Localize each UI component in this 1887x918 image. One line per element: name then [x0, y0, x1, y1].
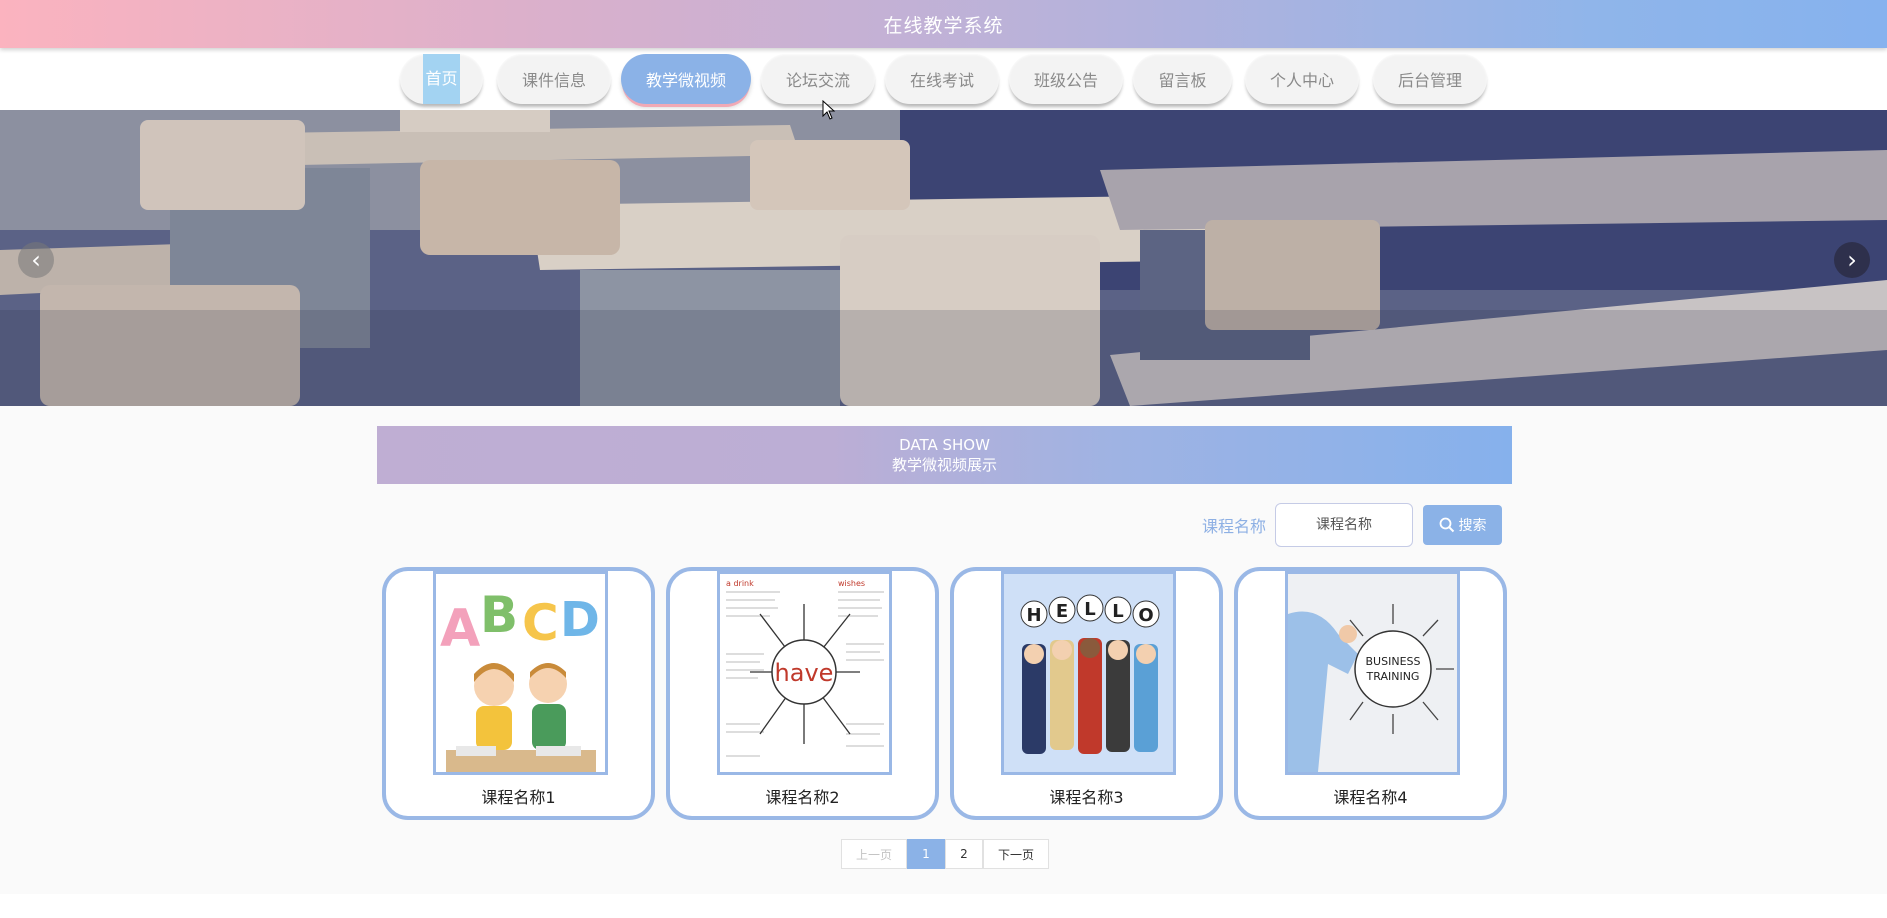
classroom-banner-image: [0, 110, 1887, 406]
have-text: have: [775, 659, 834, 687]
nav-item-class-notice[interactable]: 班级公告: [1009, 54, 1123, 104]
nav-item-micro-video[interactable]: 教学微视频: [621, 54, 751, 104]
nav-item-personal-center[interactable]: 个人中心: [1245, 54, 1359, 104]
section-title-cn: 教学微视频展示: [891, 456, 997, 474]
course-thumbnail: H E L L O: [1001, 571, 1176, 775]
business-training-illustration: BUSINESS TRAINING: [1288, 574, 1457, 772]
course-card[interactable]: BUSINESS TRAINING 课程名称4: [1234, 567, 1507, 820]
section-title-en: DATA SHOW: [899, 436, 990, 454]
course-thumbnail: BUSINESS TRAINING: [1285, 571, 1460, 775]
svg-text:B: B: [480, 586, 518, 644]
svg-text:L: L: [1112, 601, 1123, 622]
svg-text:a drink: a drink: [726, 579, 754, 588]
nav-item-forum[interactable]: 论坛交流: [761, 54, 875, 104]
hello-people-illustration: H E L L O: [1004, 574, 1173, 772]
svg-text:BUSINESS: BUSINESS: [1366, 655, 1421, 668]
svg-text:A: A: [440, 599, 480, 659]
svg-text:wishes: wishes: [838, 579, 865, 588]
course-name: 课程名称4: [1333, 788, 1408, 807]
svg-text:H: H: [1026, 605, 1041, 626]
course-name: 课程名称1: [481, 788, 556, 807]
svg-text:E: E: [1056, 601, 1068, 622]
mouse-cursor-icon: [822, 100, 836, 120]
pagination-next-button[interactable]: 下一页: [983, 839, 1049, 869]
nav-item-label: 班级公告: [1033, 71, 1098, 90]
svg-text:C: C: [522, 594, 559, 652]
course-card[interactable]: A B C D 课程名称1: [382, 567, 655, 820]
abcd-kids-illustration: A B C D: [436, 574, 605, 772]
course-name: 课程名称2: [765, 788, 840, 807]
svg-text:D: D: [560, 592, 600, 648]
svg-text:L: L: [1084, 599, 1095, 620]
search-input[interactable]: [1275, 503, 1413, 547]
course-thumbnail: A B C D: [433, 571, 608, 775]
nav-item-label: 留言板: [1158, 71, 1207, 90]
nav-item-label: 后台管理: [1397, 71, 1462, 90]
nav-item-message-board[interactable]: 留言板: [1133, 54, 1232, 104]
course-name: 课程名称3: [1049, 788, 1124, 807]
pagination-page-2[interactable]: 2: [945, 839, 983, 869]
banner-carousel: ‹ ›: [0, 110, 1887, 406]
nav-item-online-exam[interactable]: 在线考试: [885, 54, 999, 104]
course-card[interactable]: H E L L O 课程名称3: [950, 567, 1223, 820]
nav-item-label: 教学微视频: [645, 71, 726, 90]
nav-item-label: 在线考试: [909, 71, 974, 90]
nav-item-label: 论坛交流: [785, 71, 850, 90]
course-thumbnail: have a drink wishes: [717, 571, 892, 775]
banner-next-button[interactable]: ›: [1834, 242, 1870, 278]
pagination-page-1[interactable]: 1: [907, 839, 945, 869]
nav-item-admin[interactable]: 后台管理: [1373, 54, 1487, 104]
chevron-right-icon: ›: [1847, 246, 1857, 274]
search-icon: [1439, 517, 1454, 533]
banner-prev-button[interactable]: ‹: [18, 242, 54, 278]
chevron-left-icon: ‹: [31, 246, 41, 274]
nav-item-label: 首页: [423, 54, 460, 104]
nav-item-courseware[interactable]: 课件信息: [497, 54, 611, 104]
search-button-label: 搜索: [1458, 518, 1487, 534]
have-word-map-illustration: have a drink wishes: [720, 574, 889, 772]
pagination-prev-button[interactable]: 上一页: [841, 839, 907, 869]
site-title: 在线教学系统: [883, 14, 1004, 37]
nav-item-label: 课件信息: [521, 71, 586, 90]
svg-text:O: O: [1138, 605, 1153, 626]
main-content: DATA SHOW 教学微视频展示 课程名称 搜索 A B C D: [0, 406, 1887, 894]
course-card[interactable]: have a drink wishes 课程名称2: [666, 567, 939, 820]
site-header: 在线教学系统: [0, 0, 1887, 48]
nav-item-home[interactable]: 首页: [400, 54, 483, 104]
search-label: 课程名称: [1202, 517, 1267, 536]
nav-item-label: 个人中心: [1269, 71, 1334, 90]
svg-text:TRAINING: TRAINING: [1366, 670, 1420, 683]
section-header: DATA SHOW 教学微视频展示: [377, 426, 1512, 484]
search-button[interactable]: 搜索: [1423, 505, 1502, 545]
main-nav: 首页 课件信息 教学微视频 论坛交流 在线考试 班级公告 留言板 个人中心 后台…: [0, 48, 1887, 110]
